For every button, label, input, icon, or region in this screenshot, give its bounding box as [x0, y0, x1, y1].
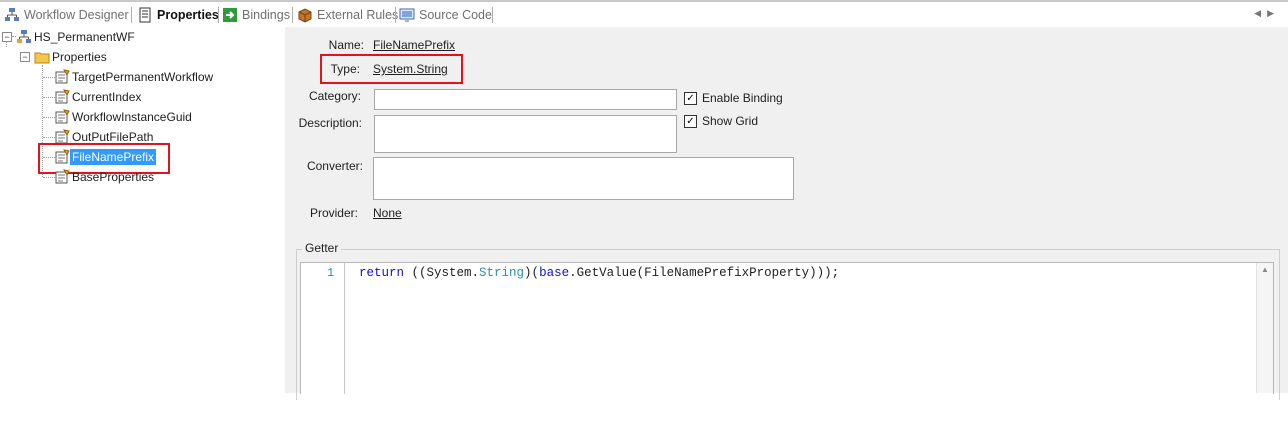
line-number: 1	[327, 266, 335, 280]
tree-property-node[interactable]: CurrentIndex	[54, 88, 143, 106]
tab-properties[interactable]: Properties	[137, 4, 219, 26]
tree-property-node[interactable]: BaseProperties	[54, 168, 156, 186]
category-label: Category:	[308, 89, 361, 103]
editor-vertical-scrollbar[interactable]: ▲	[1256, 263, 1273, 393]
getter-title: Getter	[302, 241, 342, 255]
workflow-designer-icon	[5, 8, 19, 21]
tab-scroll-arrows[interactable]: ◀▶	[1254, 8, 1280, 19]
code-text: )(	[524, 266, 540, 280]
enable-binding-checkbox[interactable]: ✓ Enable Binding	[684, 91, 783, 105]
tree-property-node[interactable]: FileNamePrefix	[54, 148, 157, 166]
properties-icon	[139, 7, 151, 23]
tab-label: Properties	[157, 8, 219, 22]
tree-root-node[interactable]: HS_PermanentWF	[16, 28, 137, 46]
getter-code-editor[interactable]: 1 return ((System.String)(base.GetValue(…	[300, 262, 1274, 394]
tree-property-label: CurrentIndex	[72, 90, 142, 104]
workflow-node-icon	[17, 30, 31, 43]
provider-link[interactable]: None	[373, 206, 402, 220]
tree-root-label: HS_PermanentWF	[34, 30, 135, 44]
bindings-icon	[223, 8, 237, 22]
property-icon	[55, 149, 70, 164]
property-icon	[55, 169, 70, 184]
gutter-divider	[344, 263, 345, 394]
property-icon	[55, 69, 70, 84]
converter-field[interactable]	[373, 157, 794, 200]
description-field[interactable]	[374, 115, 677, 153]
code-line: return ((System.String)(base.GetValue(Fi…	[359, 266, 839, 280]
tree-property-label: BaseProperties	[72, 170, 155, 184]
highlight-box-type	[320, 54, 463, 84]
keyword-base: base	[539, 266, 570, 280]
tab-bindings[interactable]: Bindings	[222, 4, 290, 26]
property-icon	[55, 109, 70, 124]
tab-separator	[395, 7, 396, 23]
tab-label: Bindings	[242, 8, 290, 22]
tab-workflow-designer[interactable]: Workflow Designer	[4, 4, 129, 26]
tab-separator	[292, 7, 293, 23]
code-text: ((System.	[404, 266, 480, 280]
keyword-return: return	[359, 266, 405, 280]
source-code-icon	[399, 8, 415, 22]
tree-property-label: TargetPermanentWorkflow	[72, 70, 214, 84]
show-grid-label: Show Grid	[702, 114, 759, 128]
tree-property-label: WorkflowInstanceGuid	[72, 110, 192, 124]
category-field[interactable]	[374, 89, 677, 110]
property-icon	[55, 129, 70, 144]
tab-separator	[492, 7, 493, 23]
enable-binding-label: Enable Binding	[702, 91, 783, 105]
tab-separator	[131, 7, 132, 23]
type-string: String	[479, 266, 525, 280]
tree-property-label: FileNamePrefix	[70, 149, 157, 165]
checkmark-icon: ✓	[684, 114, 697, 128]
checkmark-icon: ✓	[684, 91, 697, 105]
tree-property-node[interactable]: OutPutFilePath	[54, 128, 155, 146]
tree-property-node[interactable]: TargetPermanentWorkflow	[54, 68, 215, 86]
provider-label: Provider:	[309, 206, 358, 220]
designer-tab-bar: Workflow Designer Properties Bindings Ex…	[0, 4, 1288, 26]
tab-label: External Rules	[317, 8, 399, 22]
name-value: FileNamePrefix	[373, 38, 456, 52]
tab-separator	[218, 7, 219, 23]
tree-folder-label: Properties	[52, 50, 107, 64]
description-label: Description:	[298, 116, 362, 130]
external-rules-icon	[298, 8, 312, 23]
top-border	[0, 0, 1288, 2]
converter-label: Converter:	[306, 159, 363, 173]
tree-property-node[interactable]: WorkflowInstanceGuid	[54, 108, 194, 126]
property-tree: − HS_PermanentWF − Properties TargetPerm…	[0, 27, 285, 393]
tree-folder-node[interactable]: Properties	[34, 48, 109, 66]
name-label: Name:	[328, 38, 364, 52]
tab-label: Source Code	[419, 8, 492, 22]
tab-source-code[interactable]: Source Code	[399, 4, 492, 26]
show-grid-checkbox[interactable]: ✓ Show Grid	[684, 114, 758, 128]
collapse-icon[interactable]: −	[2, 32, 12, 42]
scroll-up-arrow-icon[interactable]: ▲	[1261, 265, 1269, 274]
tree-connector	[6, 41, 7, 47]
folder-icon	[34, 52, 50, 64]
tab-external-rules[interactable]: External Rules	[297, 4, 398, 26]
property-icon	[55, 89, 70, 104]
tree-property-label: OutPutFilePath	[72, 130, 154, 144]
tab-label: Workflow Designer	[24, 8, 129, 22]
code-text: .GetValue(FileNamePrefixProperty)));	[569, 266, 840, 280]
collapse-icon[interactable]: −	[20, 52, 30, 62]
